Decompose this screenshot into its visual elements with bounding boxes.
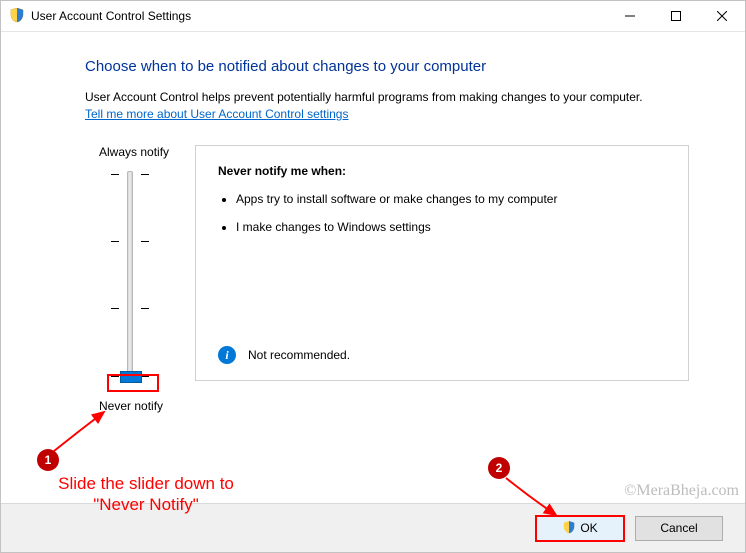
annotation-step-2-badge: 2 bbox=[488, 457, 510, 479]
info-bullet: Apps try to install software or make cha… bbox=[236, 190, 666, 208]
cancel-button-label: Cancel bbox=[660, 521, 697, 535]
slider-track bbox=[127, 171, 133, 383]
cancel-button[interactable]: Cancel bbox=[635, 516, 723, 541]
watermark: ©MeraBheja.com bbox=[624, 482, 739, 500]
ok-button-label: OK bbox=[580, 521, 597, 535]
info-bullet: I make changes to Windows settings bbox=[236, 218, 666, 236]
info-title: Never notify me when: bbox=[218, 164, 666, 178]
shield-icon bbox=[9, 8, 25, 24]
content-area: Choose when to be notified about changes… bbox=[1, 32, 745, 413]
minimize-button[interactable] bbox=[607, 1, 653, 31]
notification-slider[interactable] bbox=[99, 171, 159, 381]
ok-button[interactable]: OK bbox=[535, 515, 625, 542]
slider-label-top: Always notify bbox=[99, 145, 195, 159]
shield-icon bbox=[562, 521, 576, 535]
info-footer-text: Not recommended. bbox=[248, 348, 350, 362]
help-text: User Account Control helps prevent poten… bbox=[85, 89, 689, 105]
notification-info-panel: Never notify me when: Apps try to instal… bbox=[195, 145, 689, 381]
info-bullet-list: Apps try to install software or make cha… bbox=[218, 190, 666, 236]
slider-label-bottom: Never notify bbox=[99, 399, 195, 413]
page-heading: Choose when to be notified about changes… bbox=[85, 58, 689, 75]
slider-thumb[interactable] bbox=[120, 371, 142, 383]
annotation-step-1-badge: 1 bbox=[37, 449, 59, 471]
maximize-button[interactable] bbox=[653, 1, 699, 31]
uac-settings-window: User Account Control Settings Choose whe… bbox=[0, 0, 746, 553]
dialog-button-bar: OK Cancel bbox=[1, 503, 745, 552]
titlebar: User Account Control Settings bbox=[1, 1, 745, 32]
info-icon: i bbox=[218, 346, 236, 364]
annotation-arrow-1 bbox=[49, 406, 119, 456]
notification-slider-group: Always notify Never notify bbox=[85, 145, 195, 413]
help-link[interactable]: Tell me more about User Account Control … bbox=[85, 107, 348, 121]
close-button[interactable] bbox=[699, 1, 745, 31]
window-title: User Account Control Settings bbox=[31, 9, 191, 23]
